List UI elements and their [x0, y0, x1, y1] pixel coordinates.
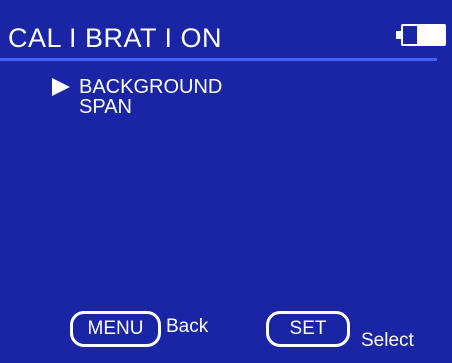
battery-level-fill: [417, 26, 444, 44]
battery-icon: [396, 24, 448, 46]
battery-body: [401, 24, 446, 46]
menu-item-background[interactable]: BACKGROUND: [52, 77, 222, 97]
calibration-screen: CAL I BRAT I ON BACKGROUND SPAN MENU Bac…: [0, 0, 452, 363]
menu-button[interactable]: MENU: [70, 311, 161, 347]
back-label: Back: [166, 316, 209, 337]
select-label: Select: [361, 330, 414, 351]
page-title: CAL I BRAT I ON: [8, 23, 223, 53]
set-button[interactable]: SET: [266, 311, 350, 347]
menu-item-span[interactable]: SPAN: [52, 97, 222, 117]
menu-item-label: BACKGROUND: [79, 76, 223, 98]
title-divider: [0, 58, 437, 61]
menu-item-label: SPAN: [79, 96, 132, 118]
triangle-right-icon: [52, 78, 70, 96]
calibration-menu: BACKGROUND SPAN: [52, 77, 222, 117]
